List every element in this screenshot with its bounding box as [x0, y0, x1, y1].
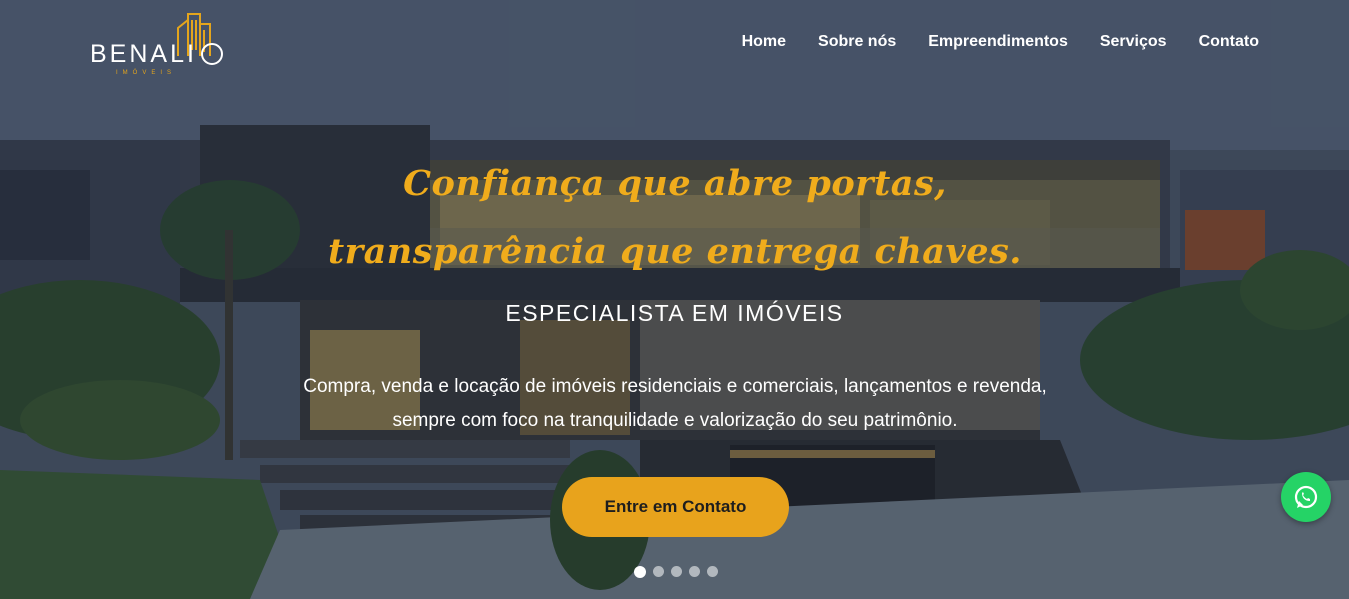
nav-item-empreendimentos[interactable]: Empreendimentos: [928, 33, 1068, 51]
hero-subtitle: ESPECIALISTA EM IMÓVEIS: [505, 300, 844, 326]
carousel-dot-5[interactable]: [707, 566, 718, 577]
whatsapp-icon: [1294, 485, 1318, 509]
hero-section: BENALI IMÓVEIS Home Sobre nós Empreendim…: [0, 0, 1349, 599]
nav-item-sobre-nos[interactable]: Sobre nós: [818, 33, 896, 51]
main-nav: Home Sobre nós Empreendimentos Serviços …: [742, 33, 1259, 51]
nav-item-contato[interactable]: Contato: [1199, 33, 1259, 51]
carousel-dot-4[interactable]: [689, 566, 700, 577]
carousel-dot-1[interactable]: [634, 566, 646, 578]
brand-tagline: IMÓVEIS: [116, 70, 177, 76]
nav-item-home[interactable]: Home: [742, 33, 786, 51]
contact-cta-button[interactable]: Entre em Contato: [562, 477, 789, 537]
hero-description: Compra, venda e locação de imóveis resid…: [303, 376, 1047, 431]
whatsapp-button[interactable]: [1281, 472, 1331, 522]
nav-item-servicos[interactable]: Serviços: [1100, 33, 1167, 51]
hero-headline: Confiança que abre portas, transparência…: [328, 163, 1022, 272]
carousel-dot-2[interactable]: [653, 566, 664, 577]
brand-logo[interactable]: BENALI IMÓVEIS: [90, 10, 230, 76]
carousel-dot-3[interactable]: [671, 566, 682, 577]
carousel-indicators: [634, 566, 718, 578]
brand-name: BENALI: [90, 40, 197, 68]
